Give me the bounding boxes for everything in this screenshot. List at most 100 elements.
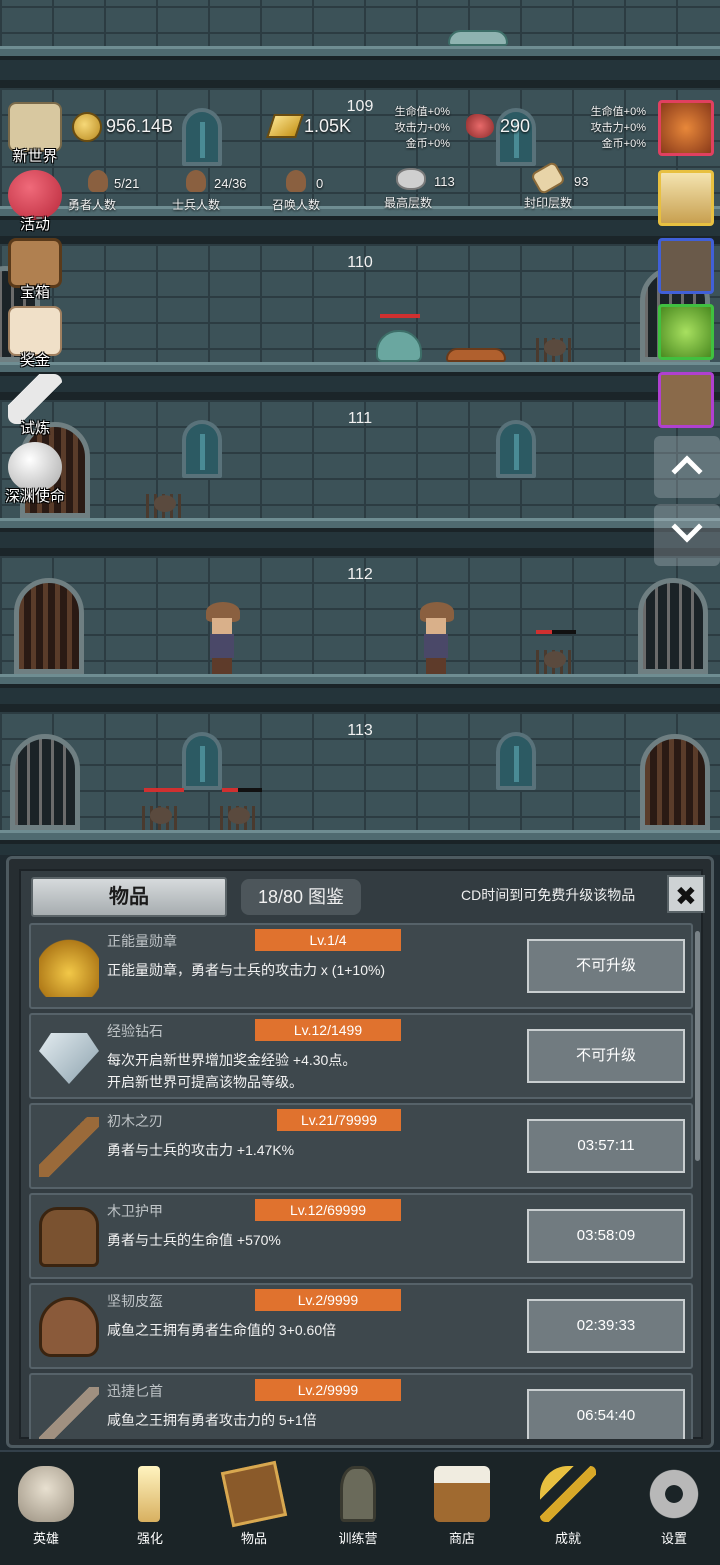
nav-label: 强化 [136,1531,163,1546]
item-description: 勇者与士兵的生命值 +570% [107,1232,281,1248]
menu-label: 奖金 [19,352,50,369]
floor-112: 112 [0,548,720,688]
spider-enemy[interactable] [142,806,180,830]
floor-ledge [0,674,720,688]
enemy-hp-bar [536,630,576,634]
menu-label: 活动 [19,216,50,233]
close-icon: ✖ [675,881,697,911]
menu-label: 新世界 [12,148,58,165]
coin-amount: 956.14B [106,116,174,136]
menu-bonus[interactable]: 奖金 [2,304,68,370]
floor-111: 111 [0,392,720,532]
item-level-badge: Lv.12/69999 [255,1199,401,1221]
item-upgrade-button[interactable]: 不可升级 [527,1029,685,1083]
item-description: 咸鱼之王拥有勇者攻击力的 5+1倍 [107,1412,317,1428]
floor-number: 110 [347,254,373,271]
hero-unit[interactable] [414,602,458,674]
chevron-down-icon [671,511,703,543]
candle-icon [138,1466,160,1522]
list-scrollbar[interactable] [695,931,700,1161]
spider-enemy[interactable] [536,650,574,674]
menu-trial[interactable]: 试炼 [2,372,68,438]
menu-new-world[interactable]: 新世界 [2,100,68,166]
item-row: 正能量勋章 Lv.1/4 正能量勋章，勇者与士兵的攻击力 x (1+10%) 不… [29,923,693,1009]
nav-label: 英雄 [32,1531,59,1546]
enemy-hp-bar [380,314,420,318]
dagger-icon [39,1387,99,1439]
slime-icon[interactable] [658,304,714,360]
top-floor-label: 最高层数 [384,196,433,210]
window [496,732,536,790]
item-row: 初木之刃 Lv.21/79999 勇者与士兵的攻击力 +1.47K% 03:57… [29,1103,693,1189]
coin-icon [72,112,102,142]
window [496,420,536,478]
spider-enemy[interactable] [220,806,258,830]
item-cooldown-button[interactable]: 06:54:40 [527,1389,685,1439]
item-description: 咸鱼之王拥有勇者生命值的 3+0.60倍 [107,1322,337,1338]
nav-achievements[interactable]: 成就 [528,1458,608,1562]
item-level-badge: Lv.1/4 [255,929,401,951]
gate [638,578,708,674]
item-name: 正能量勋章 [107,933,177,949]
soldier-count: 24/36 [214,176,247,191]
item-upgrade-button[interactable]: 不可升级 [527,939,685,993]
nav-training-camp[interactable]: 训练营 [318,1458,398,1562]
nav-label: 物品 [240,1531,267,1546]
item-name: 木卫护甲 [107,1203,163,1219]
items-list[interactable]: 正能量勋章 Lv.1/4 正能量勋章，勇者与士兵的攻击力 x (1+10%) 不… [29,923,693,1439]
item-level-badge: Lv.21/79999 [277,1109,401,1131]
item-cooldown-button[interactable]: 03:57:11 [527,1119,685,1173]
spider-enemy[interactable] [146,494,184,518]
items-panel-inner: 物品 18/80 图鉴 CD时间到可免费升级该物品 ✖ 正能量勋章 Lv.1/4… [19,869,705,1439]
candle-icon[interactable] [658,170,714,226]
floor-110: 110 [0,236,720,376]
item-row: 迅捷匕首 Lv.2/9999 咸鱼之王拥有勇者攻击力的 5+1倍 06:54:4… [29,1373,693,1439]
item-name: 初木之刃 [107,1113,163,1129]
item-cooldown-button[interactable]: 03:58:09 [527,1209,685,1263]
item-row: 木卫护甲 Lv.12/69999 勇者与士兵的生命值 +570% 03:58:0… [29,1193,693,1279]
slime-enemy [448,30,508,46]
hero-count-label: 勇者人数 [68,198,117,212]
nav-items[interactable]: 物品 [214,1458,294,1562]
hero-unit[interactable] [200,602,244,674]
menu-events[interactable]: 活动 [2,168,68,234]
floor-number: 113 [347,722,373,739]
nav-heroes[interactable]: 英雄 [6,1458,86,1562]
item-row: 经验钻石 Lv.12/1499 每次开启新世界增加奖金经验 +4.30点。 开启新… [29,1013,693,1099]
nav-label: 设置 [660,1531,687,1546]
helmet-icon [39,1297,99,1357]
spider-enemy[interactable] [536,338,574,362]
collection-badge[interactable]: 18/80 图鉴 [241,879,361,915]
key-icon [540,1466,596,1522]
gold-amount: 1.05K [304,116,352,136]
top-floor-value: 113 [434,174,455,189]
menu-abyss-mission[interactable]: 深渊使命 [2,440,68,506]
item-description: 正能量勋章，勇者与士兵的攻击力 x (1+10%) [107,962,386,978]
nav-settings[interactable]: 设置 [634,1458,714,1562]
door [640,734,710,830]
portrait-icon[interactable] [658,238,714,294]
enemy-hp-bar [144,788,184,792]
apple-icon[interactable] [658,100,714,156]
slime-enemy[interactable] [376,330,422,362]
item-cooldown-button[interactable]: 02:39:33 [527,1299,685,1353]
window [182,732,222,790]
scroll-up-button[interactable] [654,436,720,498]
chevron-up-icon [671,455,703,487]
gate [10,734,80,830]
crown-icon [39,937,99,997]
nav-enhance[interactable]: 强化 [110,1458,190,1562]
bottom-nav: 英雄 强化 物品 训练营 商店 成就 设置 [0,1450,720,1565]
menu-chests[interactable]: 宝箱 [2,236,68,302]
meat-icon [466,114,494,138]
nav-label: 商店 [448,1531,475,1546]
tower-view[interactable]: 109 110 111 112 113 956.14B 1.05K 生命值+0%… [0,0,720,855]
soldier-count-label: 士兵人数 [172,198,221,212]
scroll-down-button[interactable] [654,504,720,566]
hero-portrait-icon[interactable] [658,372,714,428]
close-button[interactable]: ✖ [667,875,705,913]
book-icon [220,1460,288,1528]
sealed-floor-label: 封印层数 [524,196,573,210]
item-name: 迅捷匕首 [107,1383,163,1399]
nav-shop[interactable]: 商店 [422,1458,502,1562]
